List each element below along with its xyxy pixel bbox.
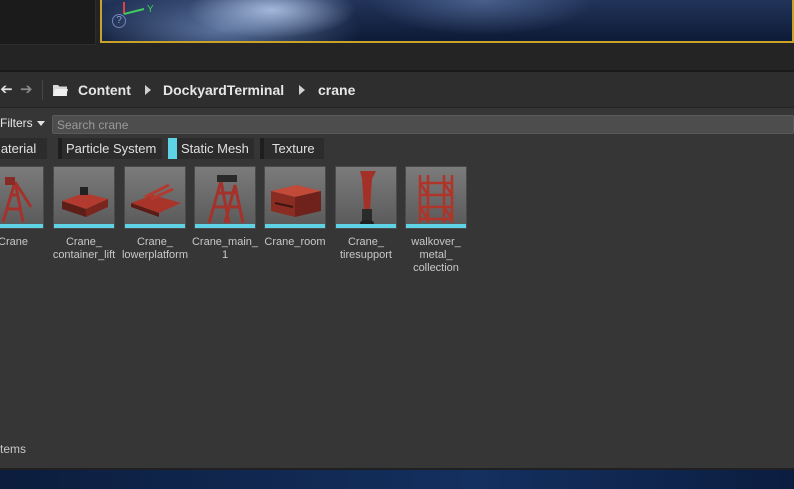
path-bar: ➔ ➔ Content DockyardTerminal crane (0, 72, 794, 108)
filter-chip-particle-system[interactable]: Particle System (58, 138, 162, 159)
walkover-mesh-icon (405, 166, 467, 229)
divider (42, 80, 43, 100)
filter-chip-texture[interactable]: Texture (260, 138, 324, 159)
chip-color-swatch (260, 138, 264, 159)
chip-label: Texture (272, 141, 315, 156)
filter-chip-static-mesh[interactable]: Static Mesh (168, 138, 254, 159)
breadcrumb-chevron-icon[interactable] (145, 85, 151, 95)
asset-tile[interactable]: Crane_ tiresupport (335, 166, 399, 276)
tire-support-mesh-icon (335, 166, 397, 229)
search-input[interactable] (52, 115, 794, 134)
asset-tile[interactable]: Crane_main_ 1 (192, 166, 258, 276)
taskbar-strip (0, 468, 794, 489)
asset-label: walkover_ metal_ collection (411, 236, 461, 274)
filters-button[interactable]: Filters (0, 116, 45, 134)
asset-label: Crane_ container_lift (52, 236, 116, 261)
asset-tile[interactable]: Crane (0, 166, 46, 276)
room-mesh-icon (264, 166, 326, 229)
breadcrumb-content[interactable]: Content (78, 82, 131, 98)
asset-tile[interactable]: Crane_ lowerplatform (122, 166, 188, 276)
filter-row: Filters (0, 114, 794, 136)
crane-main-mesh-icon (194, 166, 256, 229)
asset-tile[interactable]: walkover_ metal_ collection (405, 166, 469, 276)
chip-label: Material (0, 141, 37, 156)
filters-label: Filters (0, 116, 33, 130)
items-count: tems (0, 442, 27, 456)
breadcrumb-chevron-icon[interactable] (299, 85, 305, 95)
container-lift-mesh-icon (53, 166, 115, 229)
chip-color-swatch (168, 138, 177, 159)
breadcrumb-dockyardterminal[interactable]: DockyardTerminal (163, 82, 284, 98)
asset-label: Crane_room (264, 236, 326, 248)
lower-platform-mesh-icon (124, 166, 186, 229)
chip-color-swatch (58, 138, 62, 159)
chip-label: Static Mesh (181, 141, 249, 156)
left-panel (0, 0, 96, 45)
folder-icon (53, 85, 68, 96)
asset-tile[interactable]: Crane_room (264, 166, 328, 276)
filter-chip-row: Material Particle System Static Mesh Tex… (0, 138, 794, 160)
filter-chip-material[interactable]: Material (0, 138, 47, 159)
chevron-down-icon (36, 121, 45, 127)
content-browser: ➔ ➔ Content DockyardTerminal crane Filte… (0, 72, 794, 468)
level-viewport[interactable]: Y ? (100, 0, 794, 43)
breadcrumb-crane[interactable]: crane (318, 82, 355, 98)
arrow-right-icon[interactable]: ➔ (20, 82, 33, 98)
crane-mesh-icon (0, 166, 44, 229)
arrow-left-icon[interactable]: ➔ (0, 81, 13, 98)
asset-tile[interactable]: Crane_ container_lift (53, 166, 117, 276)
chip-label: Particle System (66, 141, 157, 156)
help-icon[interactable]: ? (112, 14, 126, 28)
top-panel-area: Y ? (0, 0, 794, 70)
axis-y-label: Y (147, 4, 154, 15)
